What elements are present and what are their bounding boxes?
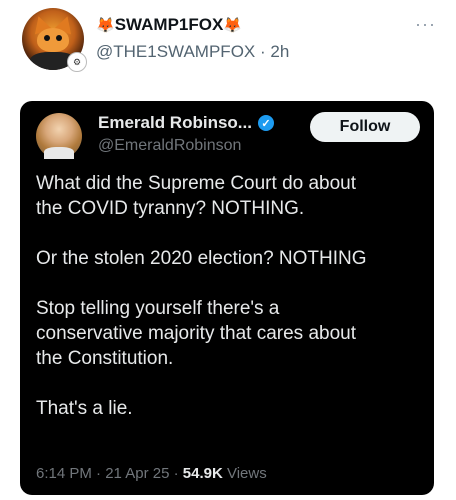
quoted-date[interactable]: 21 Apr 25 <box>105 465 169 482</box>
quoted-tweet-text: What did the Supreme Court do about the … <box>36 173 367 419</box>
handle-separator: · <box>255 42 271 61</box>
fox-emoji-right: 🦊 <box>223 17 242 34</box>
quoted-handle[interactable]: @EmeraldRobinson <box>98 137 241 155</box>
meta-dot-2: · <box>169 465 183 482</box>
quoted-display-name[interactable]: Emerald Robinso... <box>98 113 252 133</box>
views-label: Views <box>222 465 267 482</box>
author-handle[interactable]: @THE1SWAMPFOX <box>96 42 255 61</box>
author-display-name[interactable]: SWAMP1FOX <box>115 15 224 35</box>
follow-button[interactable]: Follow <box>310 112 420 142</box>
quoted-tweet-card[interactable]: Emerald Robinso... ✓ @EmeraldRobinson Fo… <box>20 101 434 495</box>
views-count[interactable]: 54.9K <box>183 465 223 482</box>
quoted-avatar[interactable] <box>36 113 82 159</box>
quoted-time[interactable]: 6:14 PM <box>36 465 92 482</box>
author-handle-row: @THE1SWAMPFOX · 2h <box>96 42 289 62</box>
more-options-icon[interactable]: ··· <box>415 14 436 35</box>
verified-check-icon: ✓ <box>257 115 274 131</box>
post-time[interactable]: 2h <box>270 42 289 61</box>
meta-dot-1: · <box>91 465 106 482</box>
seal-badge-icon: ⚙ <box>67 52 87 72</box>
quoted-name-row[interactable]: Emerald Robinso... ✓ <box>98 113 274 133</box>
quoted-meta: 6:14 PM · 21 Apr 25 · 54.9K Views <box>36 465 267 482</box>
author-name-row[interactable]: 🦊 SWAMP1FOX 🦊 <box>96 15 242 35</box>
fox-emoji-left: 🦊 <box>96 17 115 34</box>
